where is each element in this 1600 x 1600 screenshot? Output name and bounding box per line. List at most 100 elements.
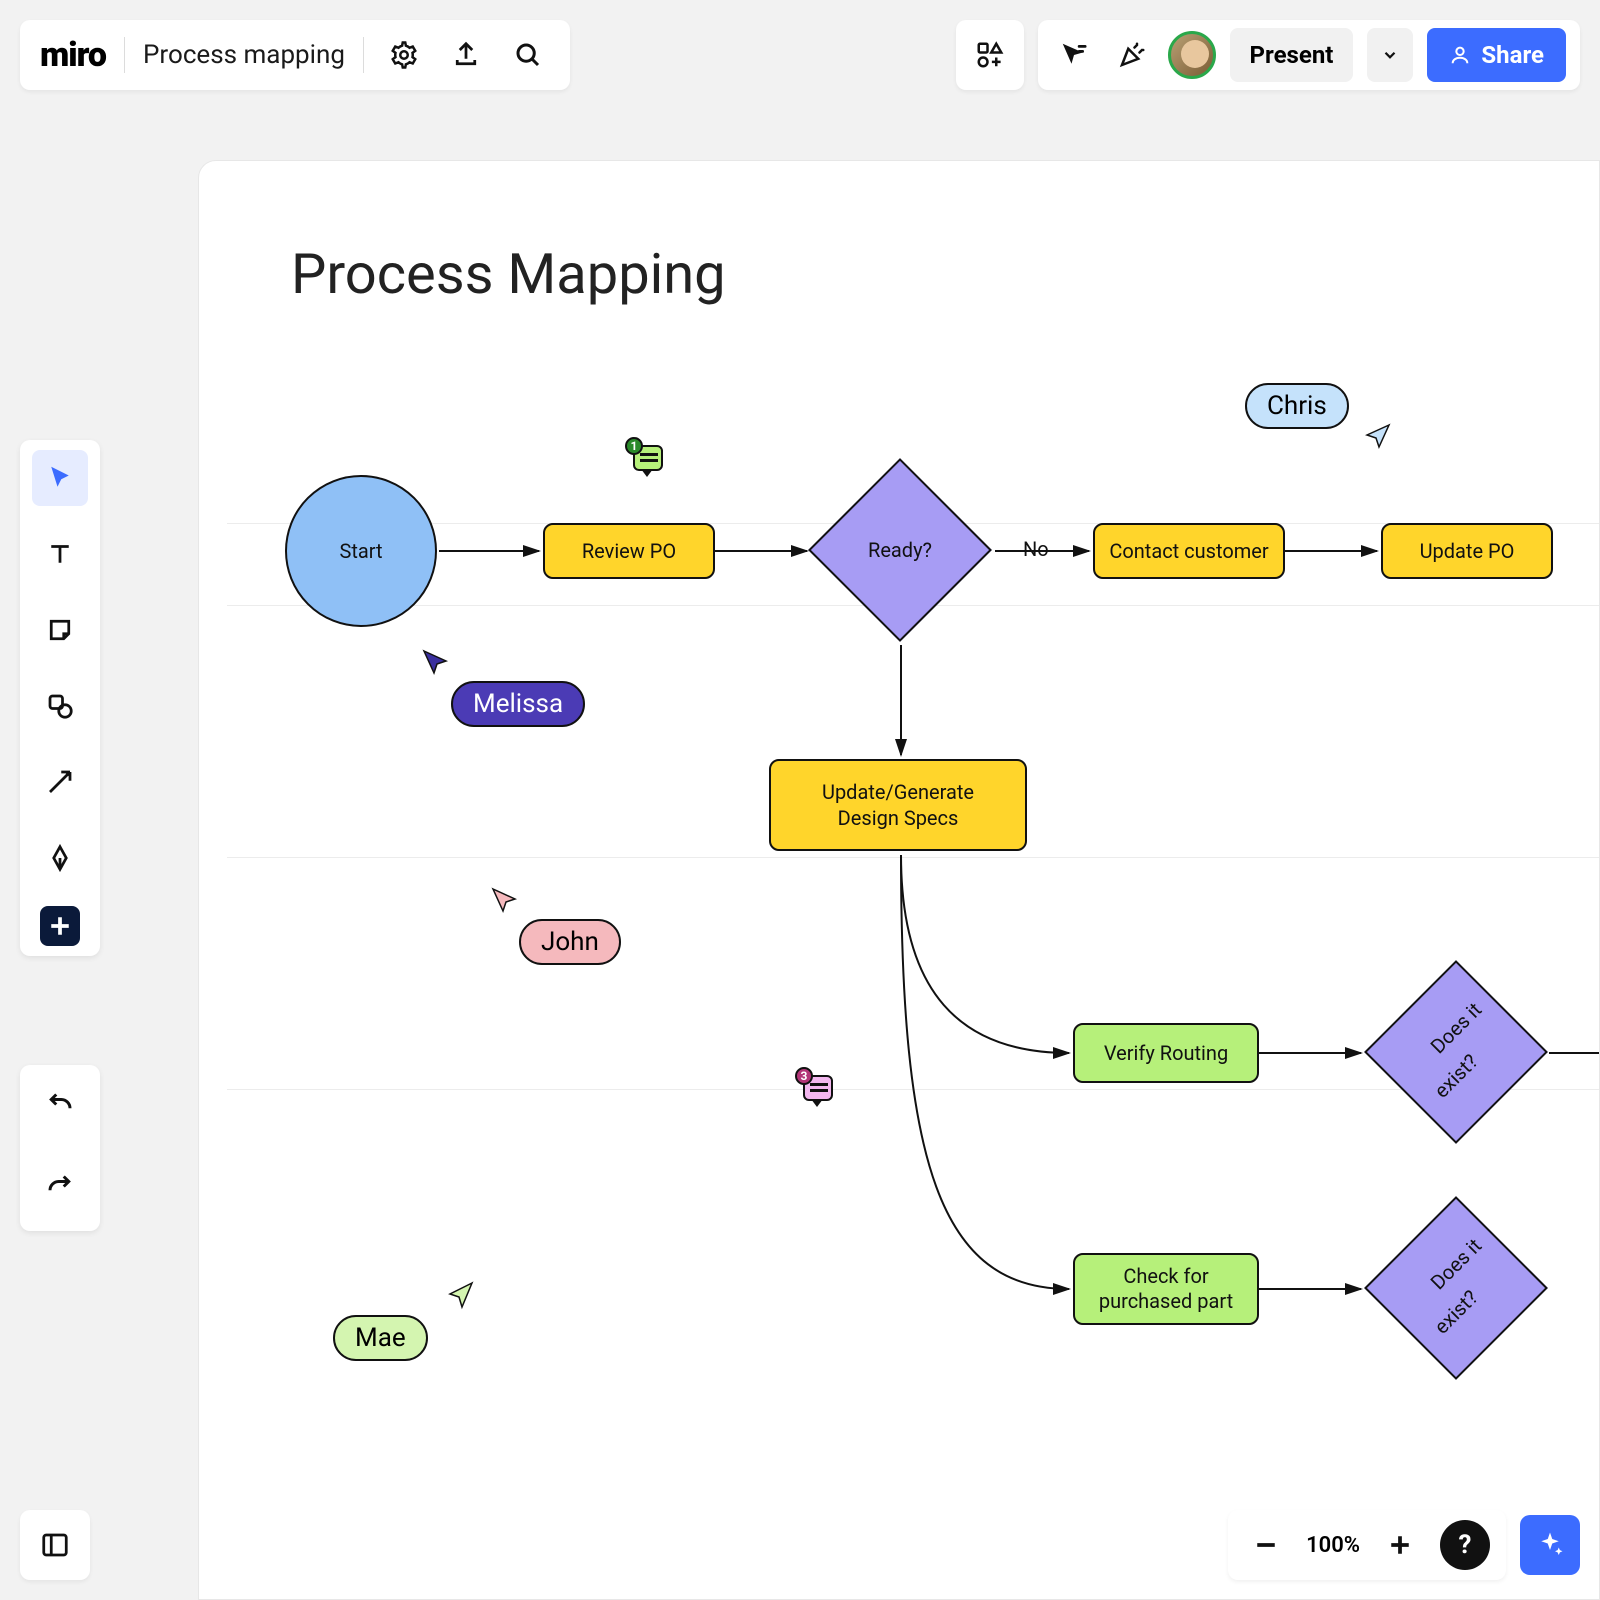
edge-label-no: No (1023, 537, 1049, 561)
apps-button[interactable] (968, 33, 1012, 77)
tool-arrow[interactable] (32, 754, 88, 810)
node-update-specs[interactable]: Update/GenerateDesign Specs (769, 759, 1027, 851)
toolbar (20, 440, 100, 956)
cursor-lines-icon (1059, 40, 1089, 70)
avatar[interactable] (1168, 31, 1216, 79)
tool-pen[interactable] (32, 830, 88, 886)
present-button[interactable]: Present (1230, 28, 1354, 82)
divider (363, 37, 364, 73)
apps-panel (956, 20, 1024, 90)
settings-button[interactable] (382, 33, 426, 77)
sticky-note-icon (45, 615, 75, 645)
node-label: purchased part (1099, 1289, 1233, 1314)
cursor-icon (422, 649, 450, 677)
cursor-icon (446, 1281, 476, 1311)
search-icon (513, 40, 543, 70)
zoom-out-button[interactable] (1244, 1523, 1288, 1567)
zoom-in-button[interactable] (1378, 1523, 1422, 1567)
node-exist-2[interactable]: Does itexist? (1364, 1196, 1548, 1380)
node-start[interactable]: Start (285, 475, 437, 627)
sparkle-icon (1535, 1530, 1565, 1560)
upload-icon (451, 40, 481, 70)
board-header-panel: miro Process mapping (20, 20, 570, 90)
brand-logo[interactable]: miro (40, 35, 106, 75)
node-review-po[interactable]: Review PO (543, 523, 715, 579)
node-label: exist? (1426, 1046, 1487, 1107)
plus-icon (45, 911, 75, 941)
node-check-part[interactable]: Check forpurchased part (1073, 1253, 1259, 1325)
share-label: Share (1481, 41, 1544, 69)
comment-bubble[interactable]: 1 (633, 445, 663, 471)
tool-shape[interactable] (32, 678, 88, 734)
minus-icon (1251, 1530, 1281, 1560)
board-title[interactable]: Process mapping (143, 40, 345, 70)
node-label: Ready? (868, 538, 932, 562)
node-label: Contact customer (1109, 539, 1268, 563)
divider (124, 37, 125, 73)
cursor-mode-button[interactable] (1052, 33, 1096, 77)
collaborator-tag-mae[interactable]: Mae (333, 1315, 428, 1361)
confetti-icon (1117, 40, 1147, 70)
tool-sticky[interactable] (32, 602, 88, 658)
node-verify-routing[interactable]: Verify Routing (1073, 1023, 1259, 1083)
pen-icon (45, 843, 75, 873)
node-label: Does it (1426, 998, 1487, 1059)
reactions-button[interactable] (1110, 33, 1154, 77)
history-panel (20, 1065, 100, 1231)
cursor-icon (1365, 423, 1393, 451)
collaborator-tag-john[interactable]: John (519, 919, 621, 965)
tool-text[interactable] (32, 526, 88, 582)
grid-line (227, 1089, 1599, 1090)
node-label: Update PO (1420, 539, 1515, 563)
redo-icon (45, 1174, 75, 1204)
comment-bubble[interactable]: 3 (803, 1075, 833, 1101)
frames-panel-button[interactable] (20, 1510, 90, 1580)
zoom-level[interactable]: 100% (1306, 1533, 1360, 1558)
tool-more[interactable] (40, 906, 80, 946)
ai-assist-button[interactable] (1520, 1515, 1580, 1575)
help-button[interactable]: ? (1440, 1520, 1490, 1570)
collab-panel: Present Share (1038, 20, 1580, 90)
node-contact-customer[interactable]: Contact customer (1093, 523, 1285, 579)
node-label: Verify Routing (1104, 1041, 1228, 1065)
node-exist-1[interactable]: Does itexist? (1364, 960, 1548, 1144)
node-update-po[interactable]: Update PO (1381, 523, 1553, 579)
export-button[interactable] (444, 33, 488, 77)
node-label: Does it (1426, 1234, 1487, 1295)
undo-icon (45, 1092, 75, 1122)
search-button[interactable] (506, 33, 550, 77)
chevron-down-icon (1381, 46, 1399, 64)
connectors (199, 161, 1599, 1599)
node-label: Check for (1123, 1264, 1208, 1289)
node-label: Start (339, 539, 382, 563)
collaborator-tag-chris[interactable]: Chris (1245, 383, 1349, 429)
node-label: exist? (1426, 1282, 1487, 1343)
person-icon (1449, 44, 1471, 66)
collaborator-tag-melissa[interactable]: Melissa (451, 681, 585, 727)
node-ready[interactable]: Ready? (808, 458, 992, 642)
comment-count: 1 (625, 437, 643, 455)
plus-icon (1385, 1530, 1415, 1560)
canvas[interactable]: Process Mapping Start Review PO Ready? N… (198, 160, 1600, 1600)
comment-count: 3 (795, 1067, 813, 1085)
page-title[interactable]: Process Mapping (291, 241, 726, 307)
redo-button[interactable] (32, 1161, 88, 1217)
node-label: Update/Generate (822, 779, 974, 805)
text-icon (45, 539, 75, 569)
shape-icon (45, 691, 75, 721)
present-menu-button[interactable] (1367, 28, 1413, 82)
zoom-panel: 100% ? (1228, 1510, 1506, 1580)
grid-line (227, 857, 1599, 858)
present-label: Present (1250, 41, 1334, 69)
arrow-icon (45, 767, 75, 797)
cursor-icon (45, 463, 75, 493)
node-label: Review PO (582, 539, 676, 563)
shapes-plus-icon (975, 40, 1005, 70)
cursor-icon (491, 887, 519, 915)
panel-icon (40, 1530, 70, 1560)
gear-icon (389, 40, 419, 70)
node-label: Design Specs (838, 805, 959, 831)
share-button[interactable]: Share (1427, 28, 1566, 82)
tool-select[interactable] (32, 450, 88, 506)
undo-button[interactable] (32, 1079, 88, 1135)
